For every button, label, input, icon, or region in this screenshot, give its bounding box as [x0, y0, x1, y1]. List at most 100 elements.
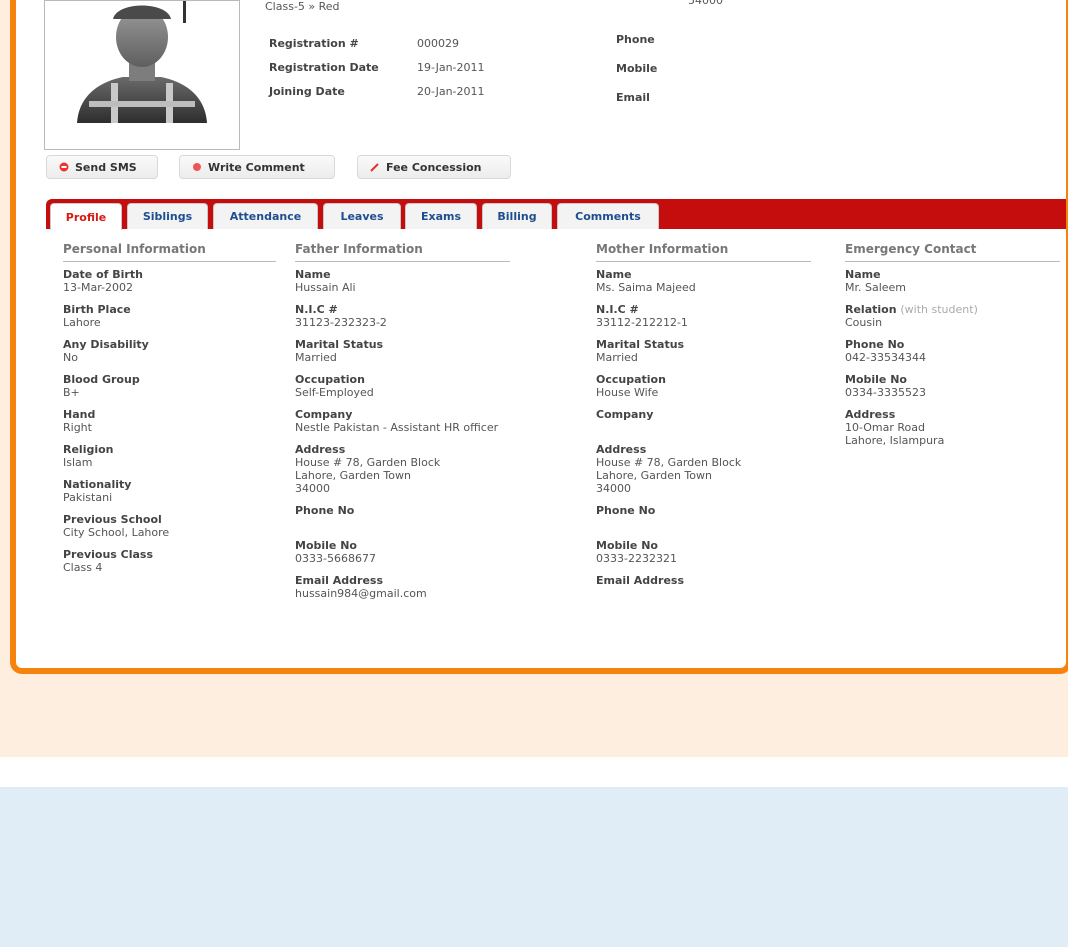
field-label: Any Disability	[63, 338, 149, 351]
religion-field: Religion Islam	[63, 443, 276, 469]
relation-label: Relation	[845, 303, 897, 316]
student-address-tail: 54000	[688, 0, 723, 7]
field-label: Marital Status	[295, 338, 384, 351]
field-label: Blood Group	[63, 373, 140, 386]
mother-information-heading: Mother Information	[596, 242, 811, 262]
write-comment-label: Write Comment	[208, 160, 305, 174]
father-mobile-field: Mobile No 0333-5668677	[295, 539, 510, 565]
field-label: Previous Class	[63, 548, 154, 561]
field-value: Nestle Pakistan - Assistant HR officer	[295, 421, 499, 434]
father-nic-field: N.I.C #31123-232323-2	[295, 303, 510, 329]
field-label: Relation (with student)	[845, 303, 1060, 316]
field-label: Address	[295, 443, 346, 456]
field-label: Email Address	[295, 574, 384, 587]
send-sms-button[interactable]: Send SMS	[46, 155, 158, 179]
joining-date-label: Joining Date	[269, 85, 345, 98]
tab-comments[interactable]: Comments	[557, 203, 659, 229]
father-marital-status-field: Marital Status Married	[295, 338, 510, 364]
field-value: Class 4	[63, 561, 103, 574]
field-label: Name	[845, 268, 881, 281]
emergency-address-field: Address 10-Omar Road Lahore, Islampura	[845, 408, 1060, 447]
tab-billing[interactable]: Billing	[482, 203, 552, 229]
field-value: Married	[596, 351, 638, 364]
field-label: Company	[596, 408, 654, 421]
registration-number-label: Registration #	[269, 37, 359, 50]
class-section: Class-5 » Red	[265, 0, 340, 13]
student-profile-panel: Class-5 » Red 54000 Registration # 00002…	[10, 0, 1068, 674]
field-label: Date of Birth	[63, 268, 143, 281]
field-label: Marital Status	[596, 338, 685, 351]
field-label: Address	[845, 408, 896, 421]
joining-date-row: Joining Date 20-Jan-2011	[269, 85, 485, 109]
field-value: 31123-232323-2	[295, 316, 387, 329]
field-label: Birth Place	[63, 303, 131, 316]
field-value: hussain984@gmail.com	[295, 587, 427, 600]
fee-concession-label: Fee Concession	[386, 160, 482, 174]
field-value: 13-Mar-2002	[63, 281, 133, 294]
write-comment-button[interactable]: Write Comment	[179, 155, 335, 179]
field-label: Name	[295, 268, 331, 281]
field-value: Pakistani	[63, 491, 113, 504]
field-value: 0333-5668677	[295, 552, 376, 565]
date-of-birth-field: Date of Birth 13-Mar-2002	[63, 268, 276, 294]
field-value: Married	[295, 351, 337, 364]
tab-profile[interactable]: Profile	[50, 203, 122, 230]
profile-tab-bar: Profile Siblings Attendance Leaves Exams…	[46, 199, 1066, 230]
field-value: 33112-212212-1	[596, 316, 688, 329]
field-value: B+	[63, 386, 80, 399]
sms-icon	[59, 162, 69, 172]
field-label: Name	[596, 268, 632, 281]
field-value: No	[63, 351, 78, 364]
mother-occupation-field: Occupation House Wife	[596, 373, 811, 399]
father-occupation-field: Occupation Self-Employed	[295, 373, 510, 399]
tab-attendance[interactable]: Attendance	[213, 203, 318, 229]
mother-address-field: Address House # 78, Garden Block Lahore, …	[596, 443, 811, 495]
page-divider	[0, 757, 1068, 787]
personal-information-section: Personal Information Date of Birth 13-Mar…	[63, 242, 276, 583]
tab-siblings[interactable]: Siblings	[127, 203, 208, 229]
personal-information-heading: Personal Information	[63, 242, 276, 262]
field-label: Phone No	[596, 504, 656, 517]
registration-number-row: Registration # 000029	[269, 37, 485, 61]
fee-concession-button[interactable]: Fee Concession	[357, 155, 511, 179]
field-value: Mr. Saleem	[845, 281, 907, 294]
blood-group-field: Blood Group B+	[63, 373, 276, 399]
field-value: Self-Employed	[295, 386, 374, 399]
field-value: Cousin	[845, 316, 883, 329]
father-email-field: Email Address hussain984@gmail.com	[295, 574, 510, 600]
emergency-phone-field: Phone No 042-33534344	[845, 338, 1060, 364]
emergency-contact-heading: Emergency Contact	[845, 242, 1060, 262]
field-value: 0333-2232321	[596, 552, 677, 565]
field-value: City School, Lahore	[63, 526, 170, 539]
field-value: Lahore	[63, 316, 101, 329]
student-avatar-icon	[77, 1, 207, 123]
student-contact-labels: Phone Mobile Email	[616, 33, 657, 120]
father-name-field: Name Hussain Ali	[295, 268, 510, 294]
registration-date-value: 19-Jan-2011	[417, 61, 485, 74]
emergency-name-field: Name Mr. Saleem	[845, 268, 1060, 294]
field-label: Previous School	[63, 513, 162, 526]
field-value: 10-Omar Road Lahore, Islampura	[845, 421, 945, 447]
field-value: House Wife	[596, 386, 659, 399]
hand-field: Hand Right	[63, 408, 276, 434]
father-phone-field: Phone No	[295, 504, 510, 517]
registration-table: Registration # 000029 Registration Date …	[269, 37, 485, 109]
registration-number-value: 000029	[417, 37, 459, 50]
registration-date-label: Registration Date	[269, 61, 379, 74]
footer-band	[0, 787, 1068, 947]
field-label: N.I.C #	[295, 303, 338, 316]
field-label: Mobile No	[845, 373, 907, 386]
mother-information-section: Mother Information Name Ms. Saima Majeed …	[596, 242, 811, 596]
field-label: Phone No	[845, 338, 905, 351]
tab-leaves[interactable]: Leaves	[323, 203, 401, 229]
father-information-section: Father Information Name Hussain Ali N.I.C…	[295, 242, 510, 609]
tab-exams[interactable]: Exams	[405, 203, 477, 229]
field-label: Address	[596, 443, 647, 456]
field-value: 0334-3335523	[845, 386, 926, 399]
mother-company-field: Company	[596, 408, 811, 421]
comment-icon	[192, 162, 202, 172]
phone-label: Phone	[616, 33, 655, 46]
mother-phone-field: Phone No	[596, 504, 811, 517]
field-value: House # 78, Garden Block Lahore, Garden …	[295, 456, 441, 495]
field-value: Ms. Saima Majeed	[596, 281, 696, 294]
